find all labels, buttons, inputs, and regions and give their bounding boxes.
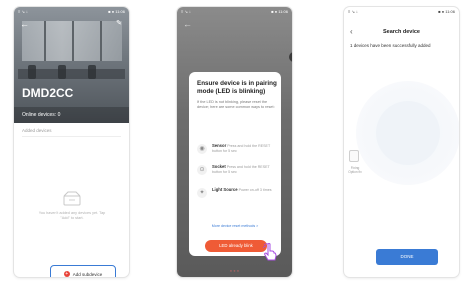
close-icon[interactable]: ×: [289, 52, 292, 62]
back-arrow-icon[interactable]: ←: [20, 19, 29, 29]
empty-box-icon: [63, 191, 81, 206]
add-subdevice-button[interactable]: + Add subdevice: [50, 265, 116, 277]
led-already-blink-button[interactable]: LED already blink: [205, 240, 267, 252]
more-reset-methods-link[interactable]: More device reset methods >: [189, 224, 281, 228]
room-header: [14, 7, 129, 123]
add-subdevice-label: Add subdevice: [72, 271, 103, 277]
online-devices-count: Online devices: 0: [14, 107, 129, 123]
added-devices-label: Added devices: [22, 128, 52, 133]
status-bar: ≡ ↘ ↓ ■ ● 11:06: [344, 7, 459, 16]
modal-title: Ensure device is in pairing mode (LED is…: [197, 80, 277, 95]
window-frame: [100, 21, 102, 61]
room-chair: [58, 65, 66, 79]
pairing-modal: Ensure device is in pairing mode (LED is…: [189, 72, 281, 256]
socket-icon: ⊙: [197, 165, 207, 175]
reset-method-desc: Power on-off 3 times: [238, 188, 272, 192]
add-device-hint: ● ● ●: [229, 268, 240, 273]
reset-method-name: Socket: [212, 164, 226, 169]
phone-screen-home: ≡ ↘ ↓ ■ ● 11:06 ← ✎ DMD2CC Online device…: [14, 7, 129, 277]
status-left: ≡ ↘ ↓: [18, 9, 28, 14]
status-bar: ≡ ↘ ↓ ■ ● 11:06: [177, 7, 292, 16]
found-device-icon[interactable]: [349, 150, 359, 162]
light-bulb-icon: ✦: [197, 188, 207, 198]
back-arrow-icon[interactable]: ←: [183, 19, 192, 29]
reset-method-row: ✦ Light Source Power on-off 3 times: [197, 187, 277, 198]
room-chair: [88, 65, 96, 79]
reset-method-row: ⊙ Socket Press and hold the RESET button…: [197, 164, 277, 175]
divider: [22, 136, 121, 137]
status-bar: ≡ ↘ ↓ ■ ● 11:06: [14, 7, 129, 16]
phone-screen-pairing: ≡ ↘ ↓ ■ ● 11:06 ← × Ensure device is in …: [177, 7, 292, 277]
search-radar-inner: [376, 101, 440, 165]
empty-state-text: You haven't added any devices yet. Tap "…: [38, 211, 106, 220]
window-frame: [72, 21, 74, 61]
status-right: ■ ● 11:06: [108, 9, 125, 14]
status-right: ■ ● 11:06: [271, 9, 288, 14]
reset-method-name: Light Source: [212, 187, 238, 192]
modal-description: If the LED is not blinking, please reset…: [197, 100, 275, 109]
success-message: 1 devices have been successfully added: [350, 43, 431, 48]
page-title: Search device: [383, 29, 420, 35]
sensor-icon: ◉: [197, 144, 207, 154]
found-device-label: Fixing Option fix: [348, 166, 362, 174]
gateway-title: DMD2CC: [22, 86, 74, 100]
window-frame: [44, 21, 46, 61]
status-left: ≡ ↘ ↓: [348, 9, 358, 14]
room-chair: [28, 65, 36, 79]
edit-icon[interactable]: ✎: [116, 19, 122, 27]
reset-method-name: Sensor: [212, 143, 227, 148]
reset-method-row: ◉ Sensor Press and hold the RESET button…: [197, 143, 277, 154]
plus-icon: +: [63, 271, 70, 277]
status-right: ■ ● 11:06: [438, 9, 455, 14]
phone-screen-search: ≡ ↘ ↓ ■ ● 11:06 ‹ Search device 1 device…: [344, 7, 459, 277]
status-left: ≡ ↘ ↓: [181, 9, 191, 14]
done-button[interactable]: DONE: [376, 249, 438, 265]
pointing-hand-icon: [263, 243, 277, 261]
